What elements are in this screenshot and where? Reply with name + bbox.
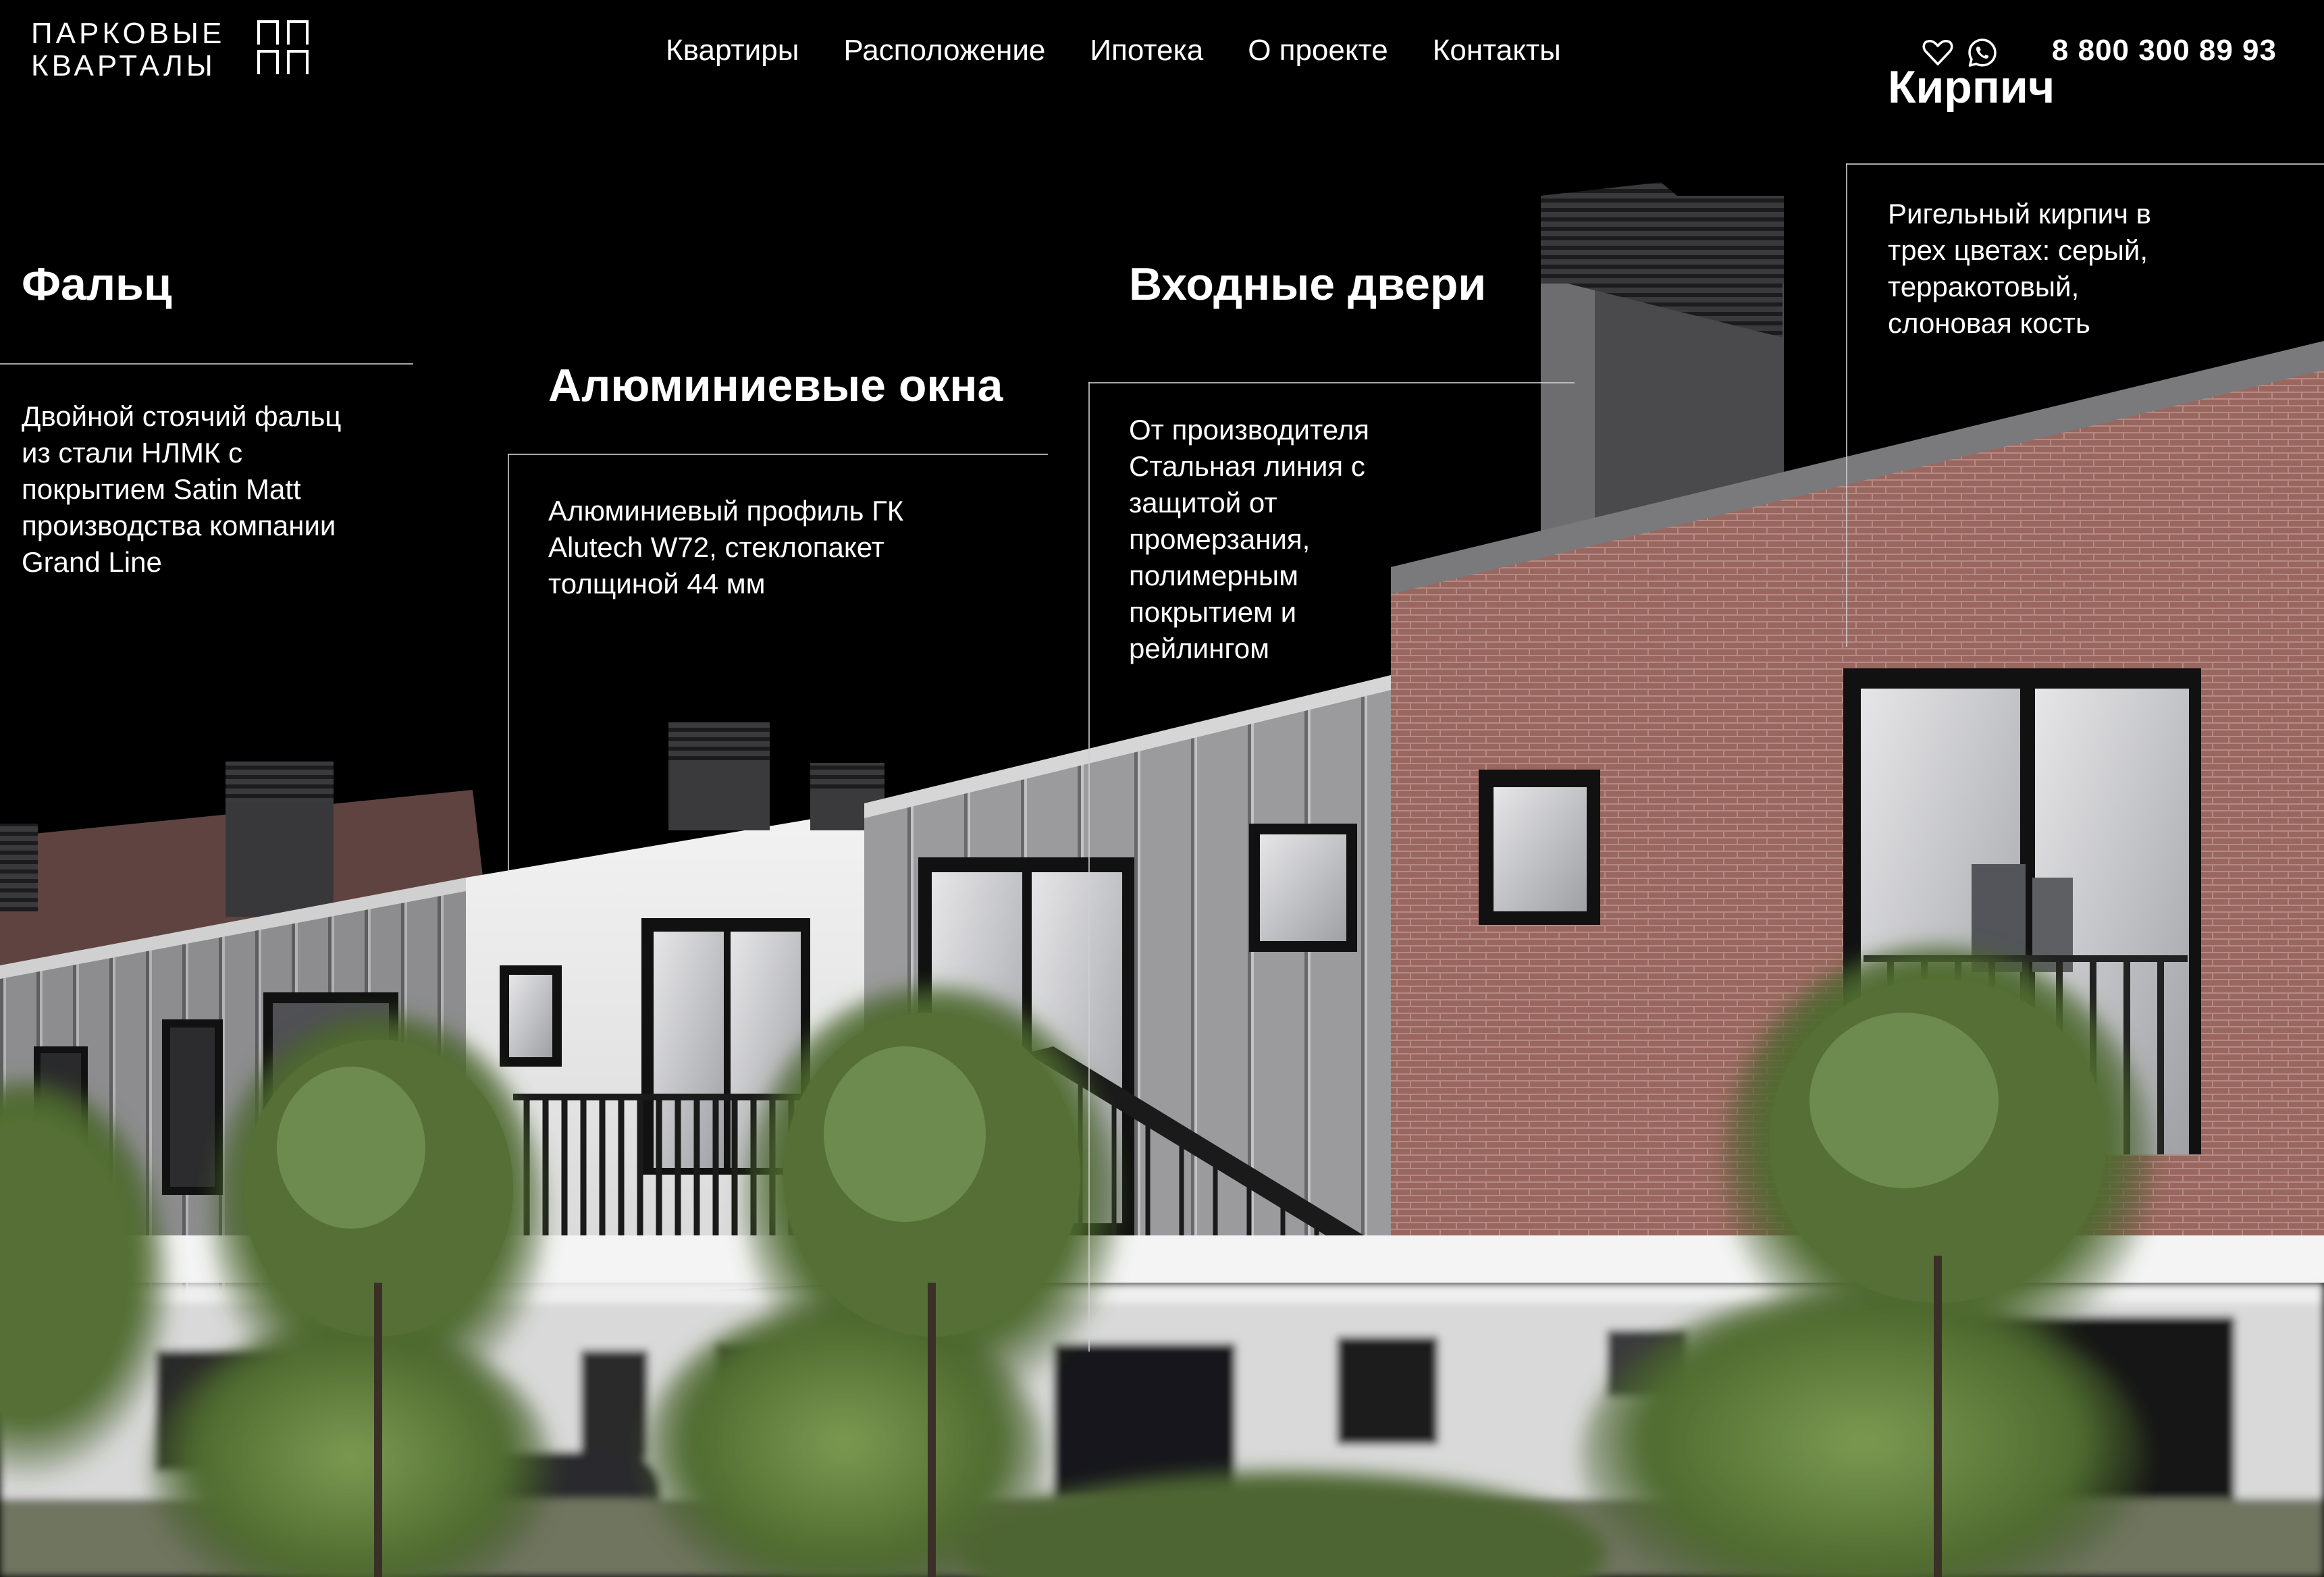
nav-mortgage[interactable]: Ипотека: [1090, 34, 1203, 68]
feature-entrance-doors-body: От производителя Стальная линия с защито…: [1129, 412, 1369, 667]
feature-aluminum-windows-title: Алюминиевые окна: [548, 360, 1003, 411]
nav-contacts[interactable]: Контакты: [1433, 34, 1561, 68]
feature-brick: Кирпич: [1888, 61, 2055, 113]
logo[interactable]: ПАРКОВЫЕ КВАРТАЛЫ: [31, 18, 310, 82]
feature-aluminum-windows-pointer: [508, 454, 509, 872]
feature-entrance-doors-underline: [1088, 382, 1575, 383]
main-nav: Квартиры Расположение Ипотека О проекте …: [666, 34, 1561, 68]
logo-wordmark: ПАРКОВЫЕ КВАРТАЛЫ: [31, 18, 225, 82]
logo-mark-icon: [257, 20, 309, 74]
nav-about[interactable]: О проекте: [1248, 34, 1388, 68]
feature-aluminum-windows-underline: [508, 454, 1048, 455]
feature-aluminum-windows: Алюминиевые окна: [548, 359, 1003, 412]
feature-seam-roof-underline: [0, 363, 413, 365]
feature-entrance-doors-text: От производителя Стальная линия с защито…: [1129, 414, 1369, 664]
feature-brick-pointer: [1846, 163, 1847, 647]
logo-line-2: КВАРТАЛЫ: [31, 49, 216, 82]
feature-aluminum-windows-body: Алюминиевый профиль ГК Alutech W72, стек…: [548, 493, 903, 602]
feature-entrance-doors: Входные двери: [1129, 258, 1486, 311]
feature-seam-roof-body: Двойной стоячий фальц из стали НЛМК с по…: [22, 398, 341, 581]
feature-entrance-doors-pointer: [1088, 382, 1090, 1352]
feature-brick-text: Ригельный кирпич в трех цветах: серый, т…: [1888, 198, 2151, 339]
nav-location[interactable]: Расположение: [843, 34, 1045, 68]
feature-brick-underline: [1846, 163, 2324, 165]
feature-brick-title: Кирпич: [1888, 61, 2055, 113]
nav-apartments[interactable]: Квартиры: [666, 34, 799, 68]
feature-seam-roof-title: Фальц: [22, 259, 172, 310]
feature-seam-roof: Фальц: [22, 258, 172, 311]
feature-brick-body: Ригельный кирпич в трех цветах: серый, т…: [1888, 196, 2151, 342]
feature-seam-roof-text: Двойной стоячий фальц из стали НЛМК с по…: [22, 400, 342, 578]
feature-entrance-doors-title: Входные двери: [1129, 259, 1487, 310]
feature-aluminum-windows-text: Алюминиевый профиль ГК Alutech W72, стек…: [548, 495, 904, 599]
logo-line-1: ПАРКОВЫЕ: [31, 17, 226, 50]
phone-number[interactable]: 8 800 300 89 93: [2052, 34, 2277, 68]
